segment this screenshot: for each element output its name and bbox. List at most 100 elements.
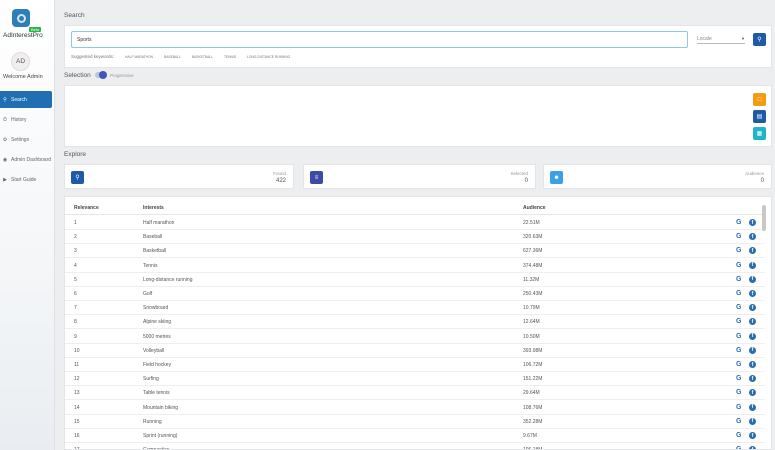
table-row[interactable]: 11 Field hockey 106.72M Gf [65,358,765,372]
google-search-icon[interactable]: G [736,404,741,411]
table-row[interactable]: 4 Tennis 374.48M Gf [65,259,765,273]
facebook-icon[interactable]: f [749,432,756,439]
google-search-icon[interactable]: G [736,247,741,254]
facebook-icon[interactable]: f [749,332,756,340]
relevance-cell: 3 [74,248,77,255]
interest-cell: Snowboard [143,305,169,312]
audience-cell: 9.67M [523,433,537,439]
google-search-icon[interactable]: G [736,418,741,425]
facebook-icon[interactable]: f [749,375,756,383]
suggested-keyword[interactable]: Tennis [224,55,236,59]
google-search-icon[interactable]: G [736,290,741,297]
locale-placeholder: Locale [697,35,712,42]
export-spreadsheet-button[interactable]: ▦ [753,127,766,140]
audience-cell: 320.63M [523,234,543,241]
column-header-interests[interactable]: Interests [143,205,164,211]
interest-cell: Table tennis [143,390,170,397]
search-icon: ⚲ [3,96,7,103]
table-row[interactable]: 6 Golf 250.43M Gf [65,287,765,301]
sidebar-item-label: Search [11,96,27,103]
facebook-icon[interactable]: f [749,290,756,297]
table-row[interactable]: 16 Sprint (running) 9.67M Gf [65,429,765,443]
google-search-icon[interactable]: G [736,262,741,269]
sidebar-item-start-guide[interactable]: ▶ Start Guide [0,171,52,188]
audience-cell: 106.72M [523,362,543,368]
facebook-icon[interactable]: f [749,318,756,326]
google-search-icon[interactable]: G [736,233,741,240]
google-search-icon[interactable]: G [736,333,741,340]
google-search-icon[interactable]: G [736,361,741,368]
table-row[interactable]: 14 Mountain biking 108.76M Gf [65,401,765,415]
relevance-cell: 4 [74,262,77,269]
suggested-keyword[interactable]: Long-distance running [247,55,290,59]
facebook-icon[interactable]: f [749,247,756,255]
app-logo-icon[interactable] [12,9,30,27]
table-row[interactable]: 9 5000 metres 10.50M Gf [65,330,765,344]
gear-icon: ⚙ [2,136,8,143]
relevance-cell: 11 [74,362,80,368]
table-scrollbar[interactable] [762,205,766,231]
suggested-keyword[interactable]: Half marathon [125,55,153,59]
google-search-icon[interactable]: G [736,318,741,325]
table-row[interactable]: 10 Volleyball 393.98M Gf [65,344,765,358]
table-row[interactable]: 17Gymnastics106.18MGf [65,443,765,449]
sidebar-item-history[interactable]: ⏱ History [0,111,52,128]
relevance-cell: 7 [74,305,77,312]
interest-cell: Half marathon [143,220,175,226]
table-row[interactable]: 2 Baseball 320.63M Gf [65,230,765,245]
facebook-icon[interactable]: f [749,219,756,226]
table-row[interactable]: 12 Surfing 151.22M Gf [65,372,765,387]
table-row[interactable]: 13 Table tennis 29.64M Gf [65,386,765,401]
column-header-audience[interactable]: Audience [523,205,546,211]
google-search-icon[interactable]: G [736,446,741,449]
table-row[interactable]: 1 Half marathon 22.51M Gf [65,216,765,230]
audience-cell: 374.48M [523,262,543,269]
sidebar-item-settings[interactable]: ⚙ Settings [0,131,52,148]
google-search-icon[interactable]: G [736,304,741,311]
search-button[interactable]: ⚲ [753,33,766,46]
facebook-icon[interactable]: f [749,261,756,269]
google-search-icon[interactable]: G [736,375,741,382]
relevance-cell: 1 [74,220,77,226]
google-search-icon[interactable]: G [736,219,741,226]
column-header-relevance[interactable]: Relevance [74,205,99,211]
relevance-cell: 12 [74,376,80,383]
filter-icon: ≡ [310,171,323,184]
google-search-icon[interactable]: G [736,432,741,439]
google-search-icon[interactable]: G [736,347,741,354]
locale-select[interactable]: Locale ▼ [697,34,745,44]
facebook-icon[interactable]: f [749,275,756,283]
facebook-icon[interactable]: f [749,446,756,449]
export-document-button[interactable]: ▤ [753,110,766,123]
facebook-icon[interactable]: f [749,361,756,368]
sidebar-item-label: Admin Dashboard [11,156,52,163]
table-row[interactable]: 5 Long-distance running 11.32M Gf [65,273,765,287]
search-input[interactable]: Sports [71,31,688,48]
table-row[interactable]: 3 Basketball 627.36M Gf [65,244,765,259]
facebook-icon[interactable]: f [749,389,756,397]
facebook-icon[interactable]: f [749,403,756,411]
facebook-icon[interactable]: f [749,346,756,354]
interest-cell: Volleyball [143,347,165,354]
table-row[interactable]: 7 Snowboard 10.79M Gf [65,301,765,316]
progressive-toggle[interactable] [95,71,107,79]
facebook-icon[interactable]: f [749,304,756,312]
google-search-icon[interactable]: G [736,276,741,283]
audience-cell: 352.28M [523,418,543,425]
suggested-keyword[interactable]: Baseball [164,55,181,59]
facebook-icon[interactable]: f [749,233,756,241]
users-icon: ☻ [550,171,563,184]
sidebar-item-search[interactable]: ⚲ Search [0,91,52,108]
audience-value: 0 [760,178,764,184]
facebook-icon[interactable]: f [749,417,756,425]
audience-cell: 151.22M [523,376,543,383]
results-table: Relevance Interests Audience 1 Half marat… [64,196,772,450]
table-row[interactable]: 15 Running 352.28M Gf [65,415,765,429]
suggested-keyword[interactable]: Basketball [192,55,213,59]
relevance-cell: 2 [74,234,77,241]
sidebar-item-admin-dashboard[interactable]: ◉ Admin Dashboard [0,151,52,168]
google-search-icon[interactable]: G [736,389,741,396]
avatar[interactable]: AD [11,52,30,71]
table-row[interactable]: 8 Alpine skiing 12.64M Gf [65,315,765,330]
clear-selection-button[interactable]: □ [753,93,766,106]
